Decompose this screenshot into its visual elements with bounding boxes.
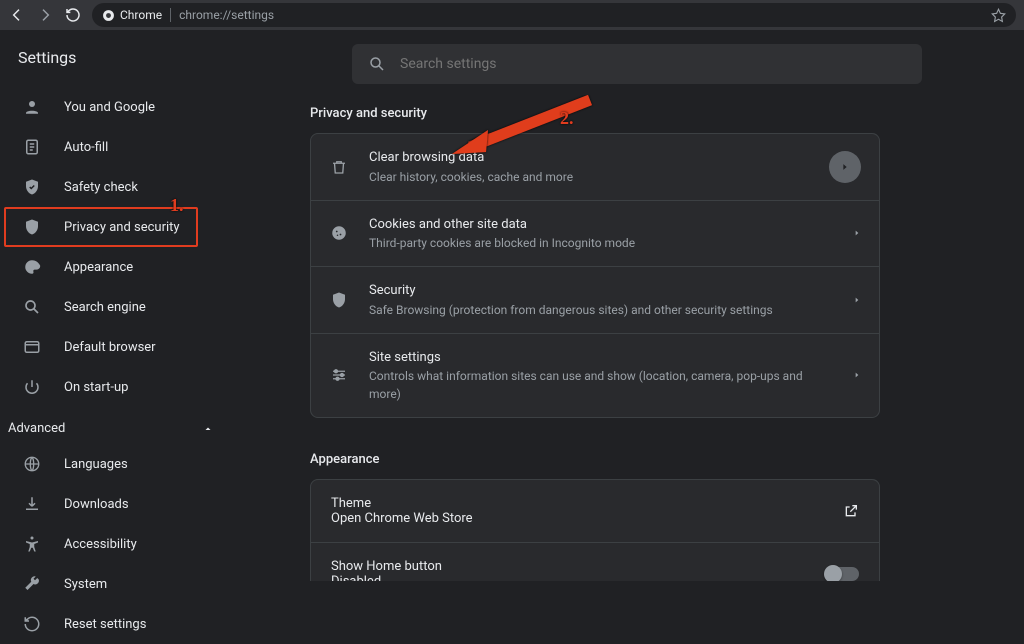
sidebar-item-search-engine[interactable]: Search engine bbox=[0, 287, 198, 327]
sidebar-advanced-toggle[interactable]: Advanced bbox=[0, 407, 238, 444]
safety-icon bbox=[22, 177, 42, 197]
row-sub: Third-party cookies are blocked in Incog… bbox=[369, 234, 833, 252]
row-title: Cookies and other site data bbox=[369, 215, 833, 235]
row-title: Security bbox=[369, 281, 833, 301]
toggle-home-button[interactable] bbox=[825, 567, 859, 581]
globe-icon bbox=[22, 454, 42, 474]
row-sub: Disabled bbox=[331, 574, 825, 581]
sidebar-item-label: Downloads bbox=[64, 497, 129, 512]
sidebar-item-label: Safety check bbox=[64, 180, 138, 195]
sidebar-item-on-startup[interactable]: On start-up bbox=[0, 367, 198, 407]
sidebar-item-default-browser[interactable]: Default browser bbox=[0, 327, 198, 367]
palette-icon bbox=[22, 257, 42, 277]
sidebar-item-reset[interactable]: Reset settings bbox=[0, 604, 198, 644]
row-title: Site settings bbox=[369, 348, 833, 368]
sliders-icon bbox=[329, 365, 349, 385]
row-title: Show Home button bbox=[331, 559, 825, 574]
sidebar-item-label: Languages bbox=[64, 457, 128, 472]
section-title-privacy: Privacy and security bbox=[310, 102, 964, 133]
row-sub: Controls what information sites can use … bbox=[369, 367, 833, 403]
url-text: chrome://settings bbox=[179, 8, 274, 22]
row-clear-browsing-data[interactable]: Clear browsing data Clear history, cooki… bbox=[311, 134, 879, 200]
row-title: Theme bbox=[331, 496, 843, 511]
bookmark-star-icon[interactable] bbox=[991, 8, 1006, 23]
forward-button[interactable] bbox=[36, 6, 54, 24]
sidebar-item-privacy-security[interactable]: Privacy and security bbox=[4, 207, 198, 247]
sidebar-item-accessibility[interactable]: Accessibility bbox=[0, 524, 198, 564]
sidebar-item-label: Default browser bbox=[64, 340, 156, 355]
wrench-icon bbox=[22, 574, 42, 594]
chevron-right-icon bbox=[829, 151, 861, 183]
back-button[interactable] bbox=[8, 6, 26, 24]
chevron-right-icon bbox=[853, 369, 861, 381]
external-link-icon bbox=[843, 503, 859, 519]
reset-icon bbox=[22, 614, 42, 634]
search-input[interactable] bbox=[400, 56, 906, 72]
row-theme[interactable]: Theme Open Chrome Web Store bbox=[311, 480, 879, 542]
search-settings[interactable] bbox=[352, 44, 922, 84]
autofill-icon bbox=[22, 137, 42, 157]
settings-sidebar: Settings You and Google Auto-fill Safety… bbox=[0, 30, 238, 581]
search-icon bbox=[368, 55, 386, 73]
sidebar-item-languages[interactable]: Languages bbox=[0, 444, 198, 484]
appearance-card: Theme Open Chrome Web Store Show Home bu… bbox=[310, 479, 880, 581]
row-site-settings[interactable]: Site settings Controls what information … bbox=[311, 333, 879, 418]
chevron-right-icon bbox=[853, 227, 861, 239]
row-sub: Open Chrome Web Store bbox=[331, 511, 843, 526]
browser-nav-bar: Chrome chrome://settings bbox=[0, 0, 1024, 30]
address-bar[interactable]: Chrome chrome://settings bbox=[92, 3, 1016, 27]
sidebar-item-system[interactable]: System bbox=[0, 564, 198, 604]
advanced-label: Advanced bbox=[8, 421, 65, 436]
sidebar-item-label: Accessibility bbox=[64, 537, 137, 552]
search-icon bbox=[22, 297, 42, 317]
sidebar-item-label: System bbox=[64, 577, 107, 592]
shield-icon bbox=[22, 217, 42, 237]
download-icon bbox=[22, 494, 42, 514]
site-label: Chrome bbox=[120, 8, 162, 22]
sidebar-item-appearance[interactable]: Appearance bbox=[0, 247, 198, 287]
person-icon bbox=[22, 97, 42, 117]
row-sub: Clear history, cookies, cache and more bbox=[369, 168, 809, 186]
row-title: Clear browsing data bbox=[369, 148, 809, 168]
power-icon bbox=[22, 377, 42, 397]
cookie-icon bbox=[329, 223, 349, 243]
sidebar-item-safety-check[interactable]: Safety check bbox=[0, 167, 198, 207]
chevron-right-icon bbox=[853, 294, 861, 306]
reload-button[interactable] bbox=[64, 6, 82, 24]
accessibility-icon bbox=[22, 534, 42, 554]
section-title-appearance: Appearance bbox=[310, 448, 964, 479]
row-home-button[interactable]: Show Home button Disabled bbox=[311, 542, 879, 581]
sidebar-item-label: On start-up bbox=[64, 380, 128, 395]
sidebar-item-label: Search engine bbox=[64, 300, 146, 315]
row-cookies[interactable]: Cookies and other site data Third-party … bbox=[311, 200, 879, 267]
sidebar-item-label: Appearance bbox=[64, 260, 133, 275]
sidebar-item-label: Auto-fill bbox=[64, 140, 108, 155]
trash-icon bbox=[329, 157, 349, 177]
shield-icon bbox=[329, 290, 349, 310]
sidebar-item-you-and-google[interactable]: You and Google bbox=[0, 87, 198, 127]
sidebar-item-label: Reset settings bbox=[64, 617, 146, 632]
sidebar-item-downloads[interactable]: Downloads bbox=[0, 484, 198, 524]
sidebar-item-label: Privacy and security bbox=[64, 220, 180, 235]
browser-icon bbox=[22, 337, 42, 357]
privacy-card: Clear browsing data Clear history, cooki… bbox=[310, 133, 880, 418]
site-identity: Chrome bbox=[102, 8, 171, 22]
row-sub: Safe Browsing (protection from dangerous… bbox=[369, 301, 833, 319]
page-title: Settings bbox=[0, 44, 238, 87]
settings-main: Privacy and security Clear browsing data… bbox=[238, 30, 1024, 581]
sidebar-item-label: You and Google bbox=[64, 100, 155, 115]
row-security[interactable]: Security Safe Browsing (protection from … bbox=[311, 266, 879, 333]
chevron-up-icon bbox=[202, 423, 214, 435]
sidebar-item-autofill[interactable]: Auto-fill bbox=[0, 127, 198, 167]
chrome-icon bbox=[102, 9, 115, 22]
